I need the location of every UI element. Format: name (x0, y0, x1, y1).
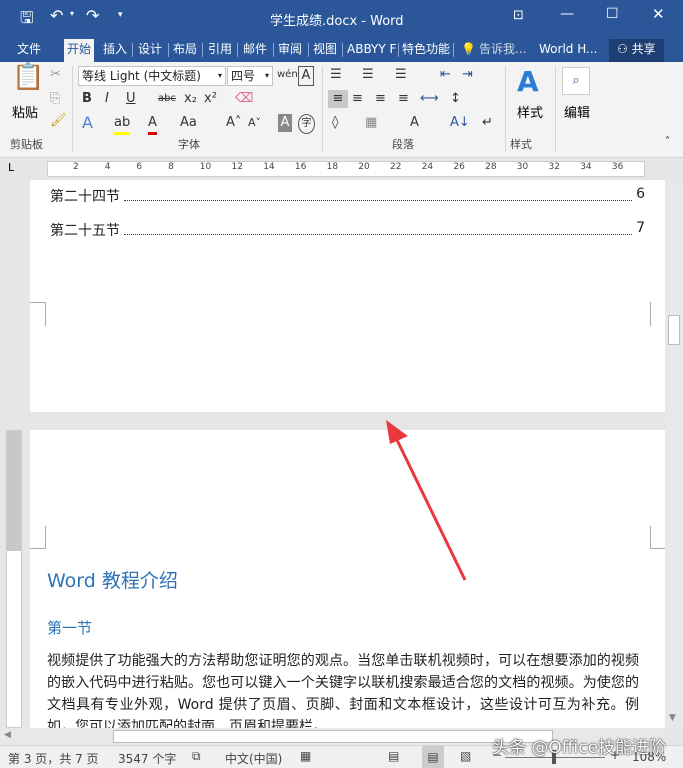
macro-icon[interactable]: ▦ (300, 749, 311, 763)
read-mode-icon[interactable]: ▤ (388, 749, 399, 763)
vertical-scrollbar[interactable]: ▼ (665, 180, 683, 728)
page-count[interactable]: 第 3 页，共 7 页 (8, 750, 99, 767)
scroll-down-icon[interactable]: ▼ (669, 713, 676, 723)
watermark: 头条 @Office技能进阶 (492, 738, 667, 758)
print-layout-icon[interactable]: ▤ (422, 746, 444, 768)
hscroll-thumb[interactable] (113, 730, 553, 743)
web-layout-icon[interactable]: ▧ (460, 749, 471, 763)
language[interactable]: 中文(中国) (225, 750, 282, 767)
scroll-left-icon[interactable]: ◀ (4, 730, 11, 740)
word-count[interactable]: 3547 个字 (118, 750, 176, 767)
read-aloud-icon[interactable]: ⧉ (192, 749, 201, 764)
scroll-thumb[interactable] (668, 315, 680, 345)
red-arrow-annotation (386, 420, 467, 581)
